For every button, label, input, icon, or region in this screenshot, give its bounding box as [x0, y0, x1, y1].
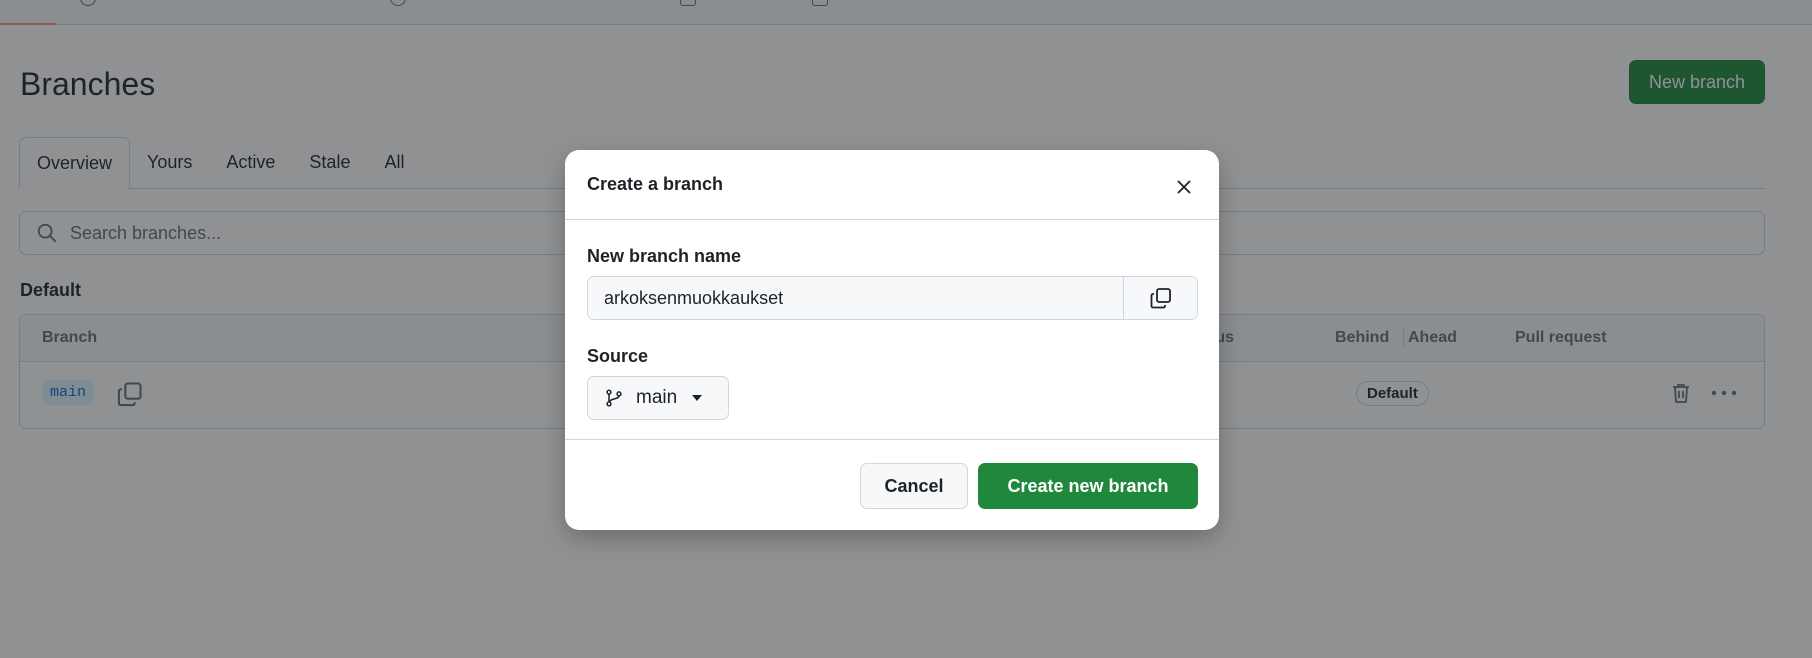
- branch-name-field[interactable]: arkoksenmuokkaukset: [587, 276, 1198, 320]
- branch-name-label: New branch name: [587, 246, 742, 266]
- caret-down-icon: [692, 395, 703, 401]
- source-branch-select[interactable]: main: [587, 376, 729, 420]
- dialog-header: Create a branch: [565, 150, 1219, 220]
- close-icon[interactable]: [1173, 176, 1195, 198]
- copy-branch-name-button[interactable]: [1123, 277, 1197, 319]
- source-label: Source: [587, 346, 649, 366]
- dialog-footer: Cancel Create new branch: [565, 439, 1219, 530]
- git-branch-icon: [606, 389, 622, 407]
- create-branch-dialog: Create a branch New branch name arkoksen…: [565, 150, 1219, 530]
- branch-name-value[interactable]: arkoksenmuokkaukset: [588, 277, 1123, 319]
- dialog-title: Create a branch: [587, 174, 724, 194]
- source-branch-value: main: [636, 387, 678, 408]
- copy-icon: [1150, 288, 1171, 309]
- create-branch-button[interactable]: Create new branch: [978, 463, 1198, 509]
- cancel-button[interactable]: Cancel: [860, 463, 968, 509]
